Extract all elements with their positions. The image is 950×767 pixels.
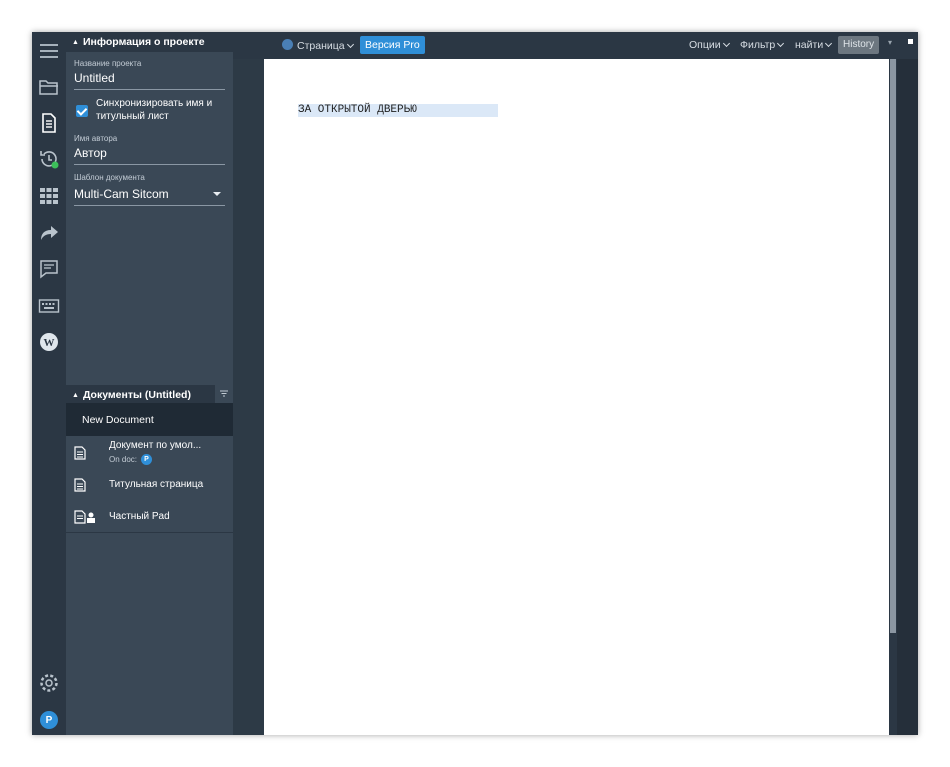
right-side-strip bbox=[897, 59, 918, 735]
document-sub: On doc: bbox=[109, 455, 138, 464]
comment-icon[interactable] bbox=[36, 256, 62, 282]
documents-filter-button[interactable] bbox=[215, 385, 233, 403]
author-name-label: Имя автора bbox=[74, 134, 118, 143]
window-control-icon[interactable] bbox=[908, 39, 913, 44]
wordpress-icon[interactable]: W bbox=[36, 329, 62, 355]
page-view-label: Страница bbox=[297, 40, 345, 52]
script-page[interactable] bbox=[264, 59, 889, 735]
document-icon[interactable] bbox=[36, 110, 62, 136]
panel-filter-icon[interactable]: ▾ bbox=[888, 38, 892, 47]
grid-icon[interactable] bbox=[36, 183, 62, 209]
document-row-private-pad[interactable]: Частный Pad bbox=[66, 504, 233, 533]
document-row-default[interactable]: Документ по умол... On doc: P bbox=[66, 436, 233, 472]
pro-version-button[interactable]: Версия Pro bbox=[360, 36, 425, 54]
document-row-title-page[interactable]: Титульная страница bbox=[66, 472, 233, 504]
keyboard-icon[interactable] bbox=[36, 293, 62, 319]
scrollbar-thumb[interactable] bbox=[890, 59, 896, 633]
chevron-down-icon bbox=[825, 39, 833, 48]
gear-icon[interactable] bbox=[36, 670, 62, 696]
author-name-field[interactable]: Автор bbox=[74, 146, 225, 165]
find-label: найти bbox=[795, 39, 824, 51]
chevron-down-icon bbox=[722, 39, 730, 48]
page-view-dropdown[interactable]: Страница bbox=[282, 39, 354, 52]
filter-icon bbox=[220, 390, 228, 397]
template-select[interactable]: Multi-Cam Sitcom bbox=[74, 187, 225, 206]
documents-title: Документы (Untitled) bbox=[82, 389, 191, 401]
options-menu[interactable]: Опции bbox=[689, 39, 730, 51]
document-icon bbox=[74, 478, 86, 492]
project-name-label: Название проекта bbox=[74, 59, 142, 68]
documents-header[interactable]: ▲ Документы (Untitled) bbox=[66, 385, 233, 405]
sync-checkbox[interactable] bbox=[76, 105, 88, 117]
document-name: Частный Pad bbox=[109, 511, 170, 522]
page-icon bbox=[282, 39, 293, 50]
chevron-down-icon bbox=[777, 39, 785, 48]
top-toolbar: Страница Версия Pro Опции Фильтр найти H… bbox=[233, 32, 918, 59]
folder-icon[interactable] bbox=[36, 74, 62, 100]
chevron-down-icon bbox=[346, 40, 354, 49]
icon-rail: W P bbox=[32, 32, 66, 735]
template-select-value: Multi-Cam Sitcom bbox=[74, 187, 169, 201]
private-pad-icon bbox=[74, 510, 95, 524]
filter-label: Фильтр bbox=[740, 39, 776, 51]
avatar[interactable]: P bbox=[36, 707, 62, 733]
dropdown-arrow-icon bbox=[213, 192, 221, 196]
project-name-field[interactable]: Untitled bbox=[74, 71, 225, 90]
svg-text:W: W bbox=[44, 337, 55, 349]
avatar-letter: P bbox=[45, 714, 53, 726]
script-scene-heading[interactable]: ЗА ОТКРЫТОЙ ДВЕРЬЮ bbox=[298, 104, 498, 117]
template-label: Шаблон документа bbox=[74, 173, 145, 182]
app-window: W P ▲ Информация о проекте Название проек… bbox=[32, 32, 918, 735]
project-info-title: Информация о проекте bbox=[82, 36, 205, 48]
menu-icon[interactable] bbox=[36, 38, 62, 64]
collapse-triangle-icon: ▲ bbox=[72, 39, 79, 46]
share-icon[interactable] bbox=[36, 220, 62, 246]
history-button[interactable]: History bbox=[838, 36, 880, 54]
side-panel: ▲ Информация о проекте Название проекта U… bbox=[66, 32, 233, 735]
options-label: Опции bbox=[689, 39, 721, 51]
user-badge: P bbox=[141, 454, 152, 465]
history-icon[interactable] bbox=[36, 146, 62, 172]
document-name: Документ по умол... bbox=[109, 440, 202, 451]
new-document-row[interactable]: New Document bbox=[66, 403, 233, 436]
sync-checkbox-label: Синхронизировать имя и титульный лист bbox=[96, 98, 213, 122]
filter-menu[interactable]: Фильтр bbox=[740, 39, 785, 51]
document-name: Титульная страница bbox=[109, 479, 204, 490]
find-menu[interactable]: найти bbox=[795, 39, 833, 51]
project-info-header[interactable]: ▲ Информация о проекте bbox=[66, 32, 233, 52]
new-document-label: New Document bbox=[82, 414, 154, 426]
document-icon bbox=[74, 446, 86, 460]
